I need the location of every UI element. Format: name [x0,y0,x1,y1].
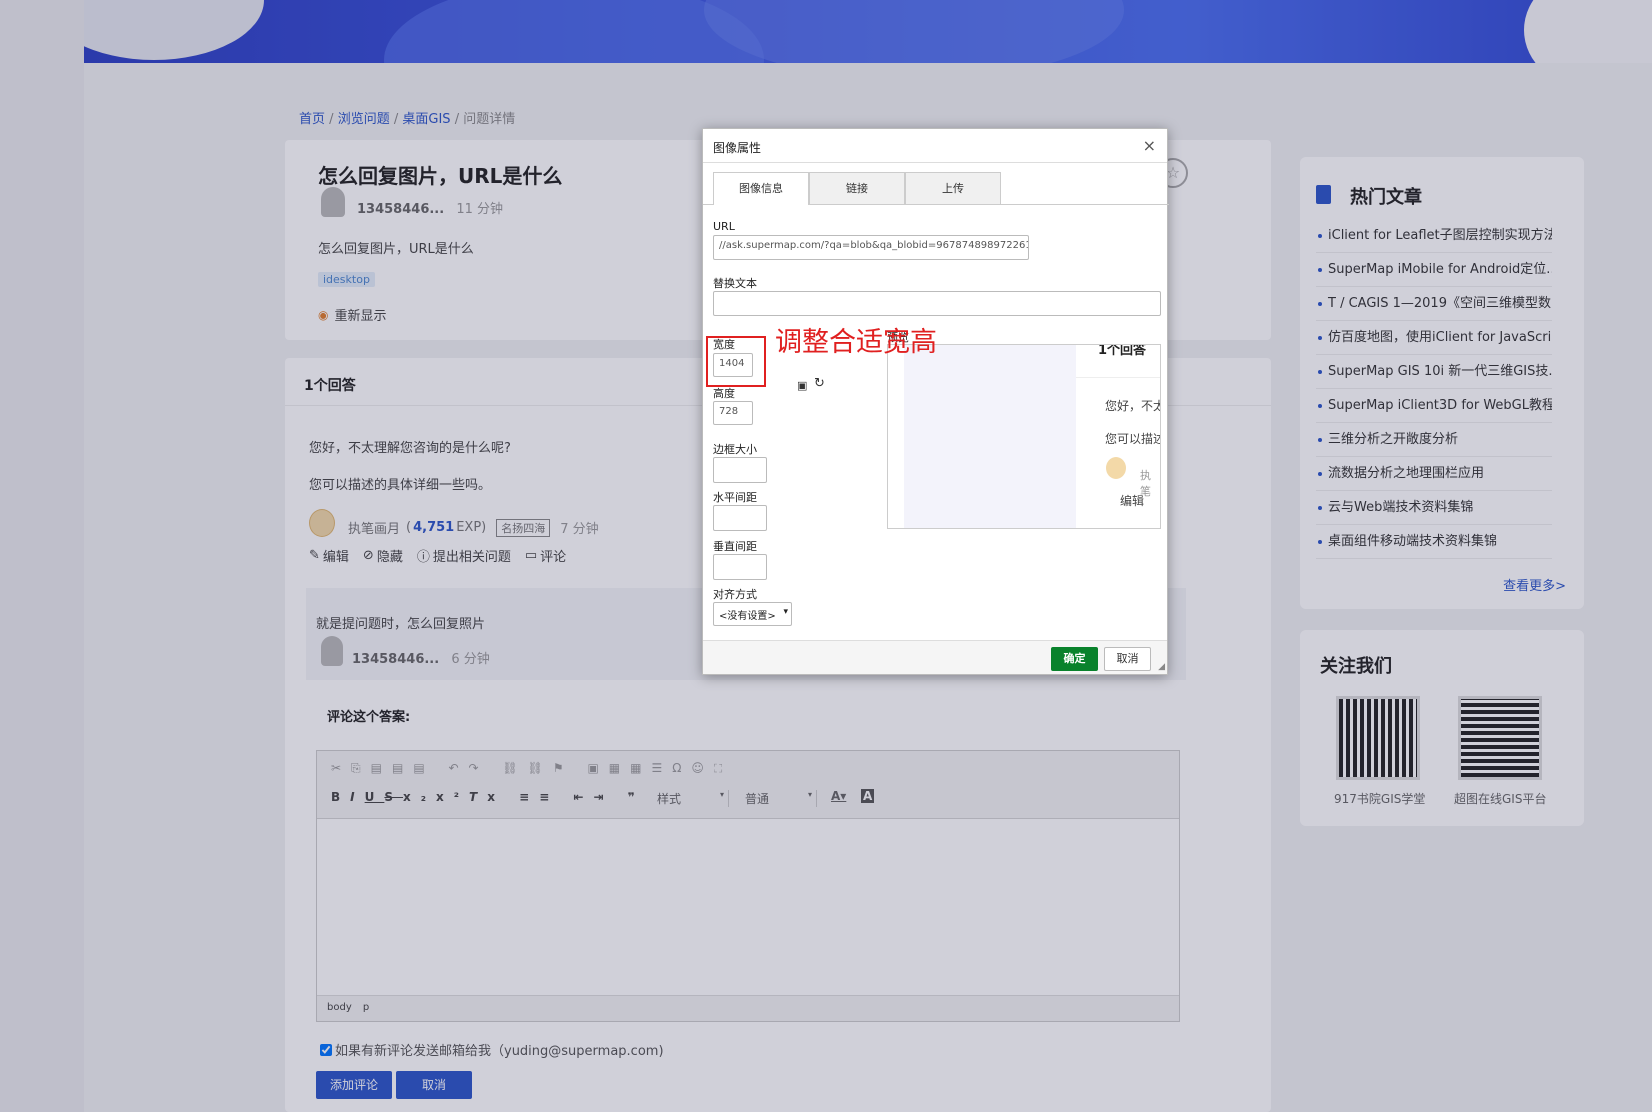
annotation-text: 调整合适宽高 [775,327,937,358]
height-label: 高度 [713,387,735,400]
image-preview: 1个回答 您好，不太 您可以描述 执笔 编辑 [887,344,1161,529]
preview-avatar [1106,457,1126,479]
vspace-label: 垂直间距 [713,540,757,553]
alt-text-label: 替换文本 [713,277,757,290]
align-select[interactable]: <没有设置> ▾ [713,602,792,626]
dialog-footer: 确定 取消 ◢ [703,640,1167,674]
url-input[interactable]: //ask.supermap.com/?qa=blob&qa_blobid=96… [713,235,1029,260]
preview-text-2: 您好，不太 [1105,399,1161,413]
dialog-tabs: 图像信息 链接 上传 [713,172,1001,205]
reset-size-icon[interactable]: ↻ [814,376,825,391]
preview-text-1: 1个回答 [1098,344,1147,358]
height-input[interactable]: 728 [713,401,753,425]
tab-upload[interactable]: 上传 [905,172,1001,204]
annotation-box [706,336,766,387]
resize-handle-icon[interactable]: ◢ [1158,662,1165,672]
url-label: URL [713,220,735,233]
close-icon[interactable]: × [1143,136,1156,155]
border-input[interactable] [713,457,767,483]
dialog-header: 图像属性 × [703,129,1167,163]
chevron-down-icon: ▾ [783,607,788,617]
preview-image-left [904,345,1076,528]
hspace-label: 水平间距 [713,491,757,504]
align-select-value: <没有设置> [719,611,776,622]
cancel-button[interactable]: 取消 [1104,647,1151,671]
border-label: 边框大小 [713,443,757,456]
align-label: 对齐方式 [713,588,757,601]
lock-ratio-icon[interactable]: ▣ [797,379,807,392]
preview-text-3: 您可以描述 [1105,432,1161,446]
tab-link[interactable]: 链接 [809,172,905,204]
preview-divider [1076,377,1160,378]
image-properties-dialog: 图像属性 × 图像信息 链接 上传 URL //ask.supermap.com… [702,128,1169,675]
preview-text-5: 编辑 [1120,494,1145,508]
dialog-title: 图像属性 [713,141,762,155]
ok-button[interactable]: 确定 [1051,647,1098,671]
hspace-input[interactable] [713,505,767,531]
alt-text-input[interactable] [713,291,1161,316]
tab-image-info[interactable]: 图像信息 [713,172,809,205]
vspace-input[interactable] [713,554,767,580]
